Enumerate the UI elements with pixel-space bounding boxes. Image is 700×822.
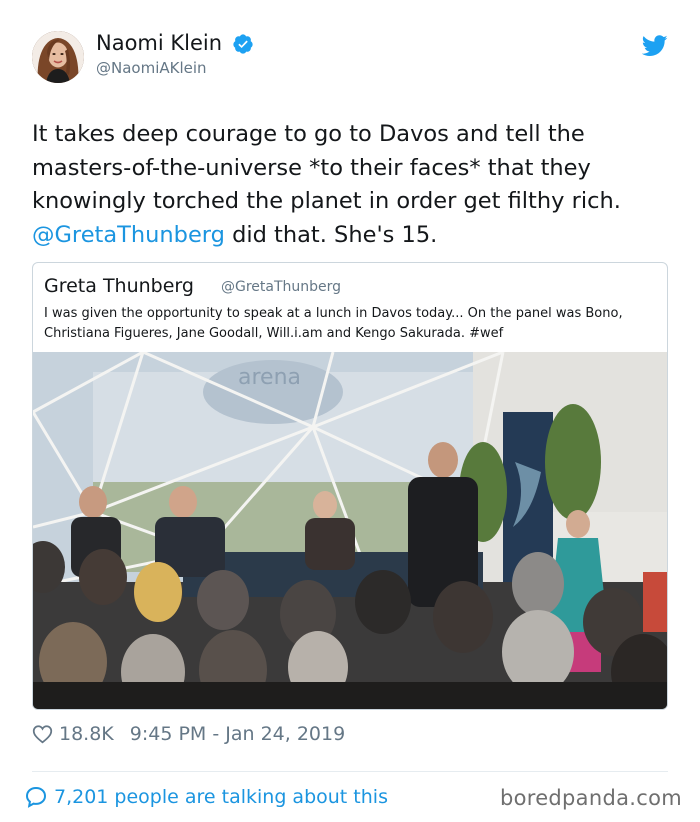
heart-icon[interactable]	[32, 724, 53, 744]
tweet-text-part: It takes deep courage to go to Davos and…	[32, 121, 621, 214]
speech-bubble-icon	[25, 786, 47, 808]
quoted-tweet-text: I was given the opportunity to speak at …	[44, 306, 623, 341]
quoted-author-handle[interactable]: @GretaThunberg	[221, 279, 341, 295]
tweet-meta: 18.8K 9:45 PM - Jan 24, 2019	[32, 722, 345, 746]
twitter-bird-icon[interactable]	[642, 35, 668, 57]
arena-sign: arena	[238, 365, 301, 390]
author-avatar[interactable]	[32, 31, 84, 83]
tweet-text: It takes deep courage to go to Davos and…	[32, 118, 672, 252]
davos-panel-photo[interactable]: arena	[33, 352, 668, 710]
tweet-text-part: did that. She's 15.	[224, 221, 438, 248]
avatar-portrait-icon	[32, 31, 84, 83]
like-count[interactable]: 18.8K	[59, 723, 114, 745]
tweet-card: Naomi Klein @NaomiAKlein It takes deep c…	[0, 0, 700, 822]
talking-count-text: 7,201 people are talking about this	[54, 786, 388, 808]
verified-badge-icon	[233, 34, 253, 54]
mention-link[interactable]: @GretaThunberg	[32, 222, 225, 248]
footer-divider	[32, 771, 668, 772]
quoted-author-name[interactable]: Greta Thunberg	[44, 275, 194, 297]
conversation-link[interactable]: 7,201 people are talking about this	[24, 784, 388, 810]
watermark: boredpanda.com	[499, 786, 682, 810]
tweet-timestamp[interactable]: 9:45 PM - Jan 24, 2019	[130, 723, 345, 745]
author-handle[interactable]: @NaomiAKlein	[96, 59, 207, 77]
author-name[interactable]: Naomi Klein	[96, 31, 222, 55]
quoted-tweet[interactable]: Greta Thunberg @GretaThunberg I was give…	[32, 262, 668, 710]
